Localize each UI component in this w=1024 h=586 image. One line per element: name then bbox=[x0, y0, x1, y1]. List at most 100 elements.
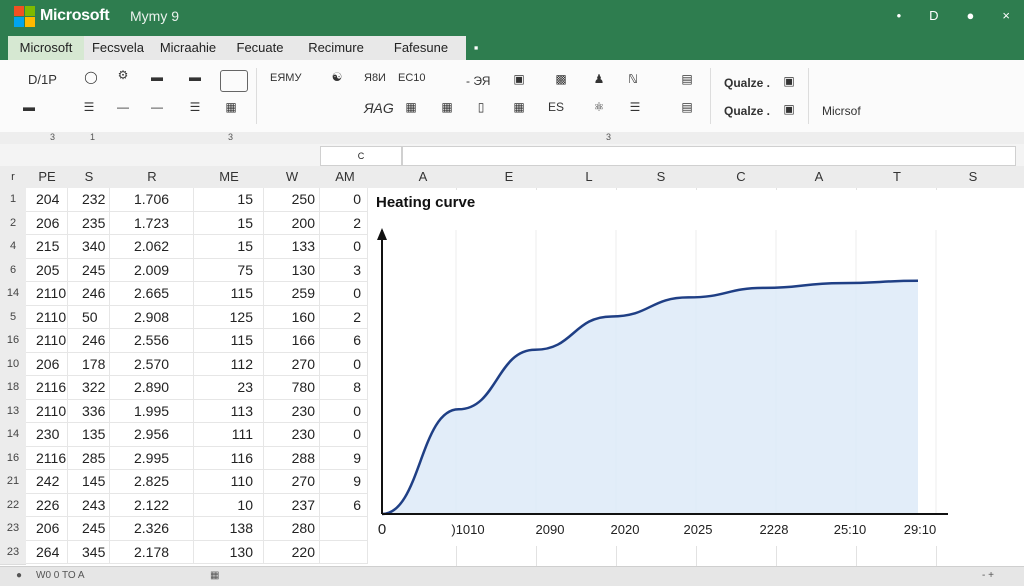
font-size-box[interactable]: D/1P bbox=[28, 72, 57, 87]
tab-fecuate[interactable]: Fecuate bbox=[224, 36, 297, 60]
table-cell[interactable]: 6 bbox=[320, 329, 368, 353]
person-icon[interactable]: ♟ bbox=[588, 72, 610, 86]
table-cell[interactable]: 206 bbox=[26, 352, 68, 376]
table-cell[interactable]: 336 bbox=[68, 399, 110, 423]
table-cell[interactable]: 2.556 bbox=[110, 329, 194, 353]
table-cell[interactable]: 75 bbox=[194, 258, 264, 282]
bar-icon[interactable]: ▬ bbox=[146, 70, 168, 84]
column-header[interactable]: C bbox=[708, 166, 774, 188]
ribbon-text-4[interactable]: - ЭЯ bbox=[466, 74, 490, 88]
ribbon-text-3[interactable]: ЕС10 bbox=[398, 72, 426, 84]
style-icon[interactable]: ▣ bbox=[778, 102, 800, 116]
row-header[interactable]: 18 bbox=[0, 376, 26, 401]
table-cell[interactable]: 2.122 bbox=[110, 493, 194, 517]
ribbon-text-6[interactable]: ES bbox=[548, 100, 564, 114]
panel-icon[interactable]: ▤ bbox=[676, 72, 698, 86]
table-cell[interactable]: 10 bbox=[194, 493, 264, 517]
table-cell[interactable]: 288 bbox=[264, 446, 320, 470]
align-icon[interactable]: ☰ bbox=[184, 100, 206, 114]
formula-input[interactable] bbox=[402, 146, 1016, 166]
align-icon[interactable]: ☰ bbox=[78, 100, 100, 114]
table-cell[interactable]: 322 bbox=[68, 376, 110, 400]
row-header[interactable]: 14 bbox=[0, 282, 26, 307]
table-cell[interactable]: 130 bbox=[194, 540, 264, 564]
table-cell[interactable]: 115 bbox=[194, 329, 264, 353]
table-cell[interactable]: 135 bbox=[68, 423, 110, 447]
row-header[interactable]: 14 bbox=[0, 423, 26, 448]
table-cell[interactable]: 215 bbox=[26, 235, 68, 259]
tab-micraahie[interactable]: Micraahie bbox=[152, 36, 225, 60]
table-cell[interactable]: 232 bbox=[68, 188, 110, 212]
table-cell[interactable]: 230 bbox=[264, 423, 320, 447]
style-label-2[interactable]: Qualze . bbox=[724, 104, 770, 118]
tab-fafesune[interactable]: Fafesune bbox=[376, 36, 467, 60]
table-cell[interactable]: 160 bbox=[264, 305, 320, 329]
table-cell[interactable]: 15 bbox=[194, 211, 264, 235]
table-cell[interactable]: 0 bbox=[320, 188, 368, 212]
zoom-control[interactable]: - + bbox=[982, 570, 994, 581]
table-cell[interactable]: 2.009 bbox=[110, 258, 194, 282]
table-cell[interactable]: 125 bbox=[194, 305, 264, 329]
table-cell[interactable]: 0 bbox=[320, 423, 368, 447]
close-icon[interactable]: × bbox=[1002, 8, 1010, 23]
table-cell[interactable]: 270 bbox=[264, 352, 320, 376]
table-cell[interactable]: 2.665 bbox=[110, 282, 194, 306]
column-header[interactable]: L bbox=[556, 166, 622, 188]
table-cell[interactable]: 264 bbox=[26, 540, 68, 564]
table-cell[interactable]: 270 bbox=[264, 470, 320, 494]
table-cell[interactable]: 220 bbox=[264, 540, 320, 564]
table-cell[interactable]: 780 bbox=[264, 376, 320, 400]
row-header[interactable]: 6 bbox=[0, 258, 26, 283]
dash-icon[interactable]: — bbox=[112, 100, 134, 114]
tab-microsoft[interactable]: Microsoft bbox=[8, 36, 85, 60]
table-cell[interactable]: 115 bbox=[194, 282, 264, 306]
bed-icon[interactable]: ▣ bbox=[508, 72, 530, 86]
table-cell[interactable]: 242 bbox=[26, 470, 68, 494]
table-cell[interactable]: 206 bbox=[26, 517, 68, 541]
calendar-icon[interactable]: ▩ bbox=[550, 72, 572, 86]
table-cell[interactable]: 2.890 bbox=[110, 376, 194, 400]
bar-icon[interactable]: ▬ bbox=[184, 70, 206, 84]
row-header[interactable]: 16 bbox=[0, 329, 26, 354]
table-cell[interactable]: 1.723 bbox=[110, 211, 194, 235]
table-cell[interactable]: 112 bbox=[194, 352, 264, 376]
list-icon[interactable]: ☰ bbox=[624, 100, 646, 114]
table-cell[interactable]: 133 bbox=[264, 235, 320, 259]
table-cell[interactable]: 138 bbox=[194, 517, 264, 541]
row-header[interactable]: 4 bbox=[0, 235, 26, 260]
table-cell[interactable]: 2 bbox=[320, 211, 368, 235]
table-cell[interactable]: 2116 bbox=[26, 376, 68, 400]
settings-icon[interactable]: ● bbox=[967, 8, 975, 23]
brush-icon[interactable]: ⚙ bbox=[112, 68, 134, 82]
row-header[interactable]: 21 bbox=[0, 470, 26, 495]
table-cell[interactable]: 6 bbox=[320, 493, 368, 517]
table-cell[interactable]: 226 bbox=[26, 493, 68, 517]
column-header[interactable]: S bbox=[940, 166, 1006, 188]
column-header[interactable]: A bbox=[786, 166, 852, 188]
sheet-icon[interactable]: ▦ bbox=[210, 570, 219, 581]
table-cell[interactable]: 0 bbox=[320, 399, 368, 423]
style-label-1[interactable]: Qualze . bbox=[724, 76, 770, 90]
column-header[interactable]: A bbox=[390, 166, 456, 188]
table-cell[interactable]: 2110 bbox=[26, 305, 68, 329]
table-icon[interactable]: ▦ bbox=[508, 100, 530, 114]
table-cell[interactable]: 0 bbox=[320, 235, 368, 259]
table-cell[interactable]: 340 bbox=[68, 235, 110, 259]
table-cell[interactable]: 243 bbox=[68, 493, 110, 517]
table-cell[interactable]: 1.706 bbox=[110, 188, 194, 212]
table-cell[interactable]: 206 bbox=[26, 211, 68, 235]
table-cell[interactable]: 15 bbox=[194, 235, 264, 259]
row-header[interactable]: 5 bbox=[0, 305, 26, 330]
table-cell[interactable]: 130 bbox=[264, 258, 320, 282]
table-cell[interactable]: 1.995 bbox=[110, 399, 194, 423]
table-cell[interactable]: 110 bbox=[194, 470, 264, 494]
column-header[interactable]: r bbox=[0, 166, 26, 188]
minimize-icon[interactable]: • bbox=[897, 8, 902, 23]
column-header[interactable]: AM bbox=[320, 166, 370, 188]
column-header[interactable]: ME bbox=[194, 166, 264, 188]
style-icon[interactable]: ▣ bbox=[778, 74, 800, 88]
column-header[interactable]: S bbox=[68, 166, 110, 188]
column-header[interactable]: S bbox=[628, 166, 694, 188]
grid-icon[interactable]: ▦ bbox=[436, 100, 458, 114]
dash-icon[interactable]: — bbox=[146, 100, 168, 114]
